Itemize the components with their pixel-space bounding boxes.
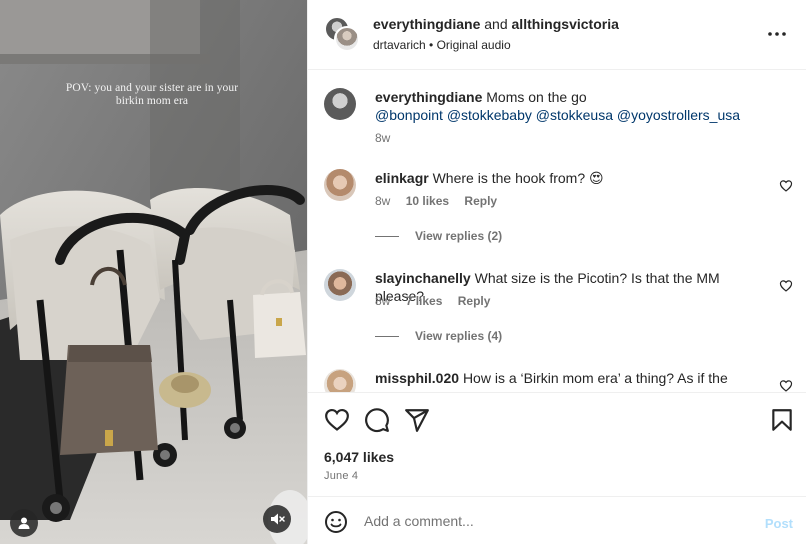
heart-icon[interactable]: [779, 179, 793, 193]
bookmark-icon[interactable]: [769, 407, 795, 433]
comment-bubble-icon[interactable]: [364, 407, 390, 433]
media-overlay-caption: POV: you and your sister are in your bir…: [65, 82, 239, 107]
comment-meta: 8w 10 likes Reply: [375, 194, 509, 208]
username-link[interactable]: everythingdiane: [373, 16, 480, 32]
heart-icon[interactable]: [324, 407, 350, 433]
view-replies-button[interactable]: View replies (4): [375, 329, 502, 343]
heart-icon[interactable]: [779, 379, 793, 392]
collab-avatars[interactable]: [324, 16, 360, 52]
add-comment-bar: Post: [308, 496, 806, 544]
speaker-muted-icon: [271, 513, 285, 525]
avatar: [334, 26, 360, 52]
user-tag-icon: [18, 517, 30, 529]
comments-list[interactable]: everythingdiane Moms on the go @bonpoint…: [308, 71, 806, 392]
caption-content: Moms on the go: [486, 89, 587, 105]
username-link[interactable]: allthingsvictoria: [512, 16, 619, 32]
post-date[interactable]: June 4: [324, 470, 358, 482]
and-text: and: [480, 16, 512, 32]
comment-content: Where is the hook from? 😍: [432, 170, 604, 186]
comment-text: missphil.020 How is a ‘Birkin mom era’ a…: [375, 369, 765, 387]
avatar[interactable]: [324, 269, 356, 301]
caption-text: everythingdiane Moms on the go @bonpoint…: [375, 88, 765, 124]
username-link[interactable]: slayinchanelly: [375, 270, 471, 286]
collab-usernames: everythingdiane and allthingsvictoria: [373, 16, 619, 32]
comment-likes-link[interactable]: 7 likes: [406, 294, 443, 308]
view-replies-label: View replies (2): [415, 229, 503, 243]
comment-age: 8w: [375, 294, 391, 308]
reply-button[interactable]: Reply: [464, 194, 497, 208]
comment-text: elinkagr Where is the hook from? 😍: [375, 169, 765, 187]
divider: [375, 335, 399, 337]
comment-content: How is a ‘Birkin mom era’ a thing? As if…: [462, 370, 728, 386]
avatar[interactable]: [324, 369, 356, 392]
original-audio-link[interactable]: Original audio: [437, 38, 511, 52]
more-options-button[interactable]: [765, 24, 789, 44]
post-media[interactable]: POV: you and your sister are in your bir…: [0, 0, 307, 544]
tagged-users-button[interactable]: [10, 509, 38, 537]
username-link[interactable]: missphil.020: [375, 370, 459, 386]
view-replies-label: View replies (4): [415, 329, 503, 343]
audio-line: drtavarich • Original audio: [373, 38, 511, 52]
comment-likes-link[interactable]: 10 likes: [406, 194, 449, 208]
avatar[interactable]: [324, 169, 356, 201]
comment-input[interactable]: [364, 509, 744, 533]
paper-plane-icon[interactable]: [404, 407, 430, 433]
view-replies-button[interactable]: View replies (2): [375, 229, 502, 243]
reply-button[interactable]: Reply: [458, 294, 491, 308]
comment-age: 8w: [375, 194, 391, 208]
more-options-icon: [768, 32, 786, 36]
post-header: everythingdiane and allthingsvictoria dr…: [308, 0, 806, 70]
username-link[interactable]: everythingdiane: [375, 89, 482, 105]
post-comment-button[interactable]: Post: [765, 516, 793, 531]
audio-user-link[interactable]: drtavarich: [373, 38, 426, 52]
avatar[interactable]: [324, 88, 356, 120]
likes-count[interactable]: 6,047 likes: [324, 449, 394, 465]
post-details-pane: everythingdiane and allthingsvictoria dr…: [307, 0, 806, 544]
comment-meta: 8w 7 likes Reply: [375, 294, 502, 308]
caption-mentions[interactable]: @bonpoint @stokkebaby @stokkeusa @yoyost…: [375, 107, 740, 123]
username-link[interactable]: elinkagr: [375, 170, 429, 186]
comment-age: 8w: [375, 131, 391, 145]
comment-meta: 8w: [375, 131, 402, 145]
emoji-smiley-icon[interactable]: [324, 510, 348, 534]
separator-dot: •: [429, 38, 434, 52]
divider: [375, 235, 399, 237]
heart-icon[interactable]: [779, 279, 793, 293]
post-actions: 6,047 likes June 4: [308, 392, 806, 496]
mute-toggle-button[interactable]: [263, 505, 291, 533]
